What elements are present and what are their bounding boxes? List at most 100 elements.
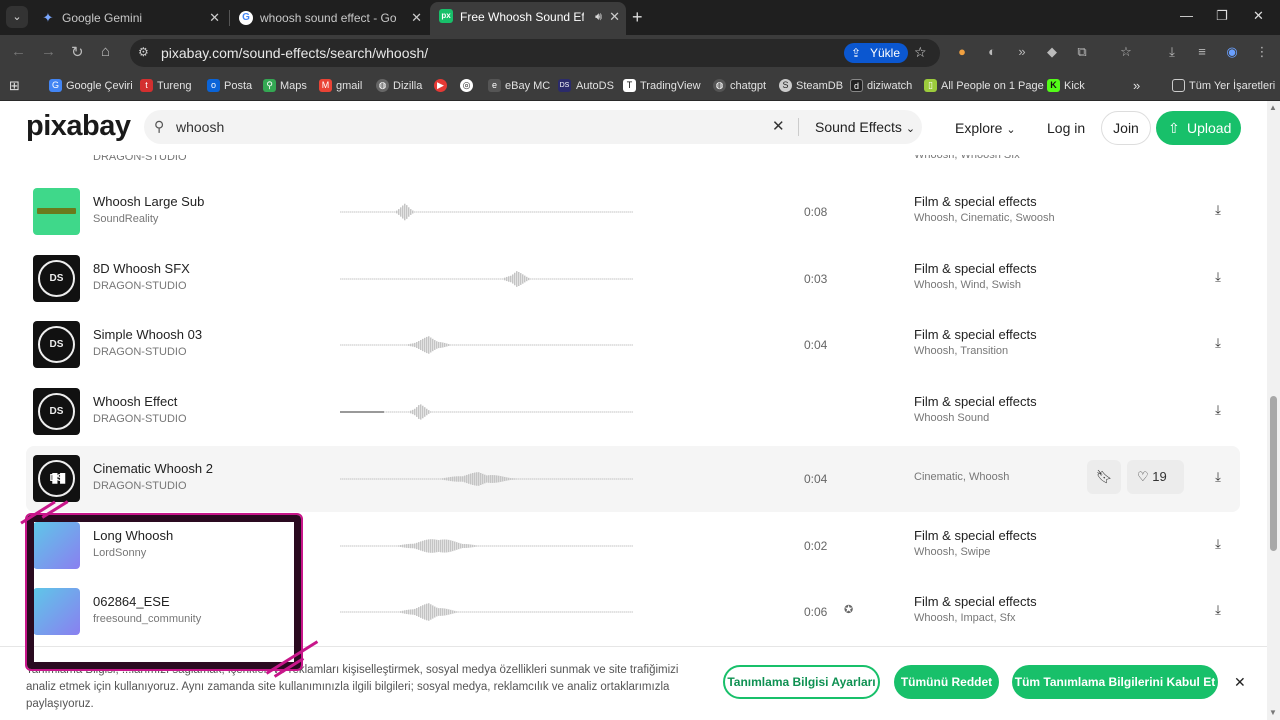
puzzle-icon[interactable]: ⧉ — [1074, 44, 1090, 60]
tab-search-button[interactable]: ⌄ — [6, 6, 28, 28]
bookmark-google-ceviri[interactable]: G Google Çeviri — [49, 71, 133, 101]
extension-icon[interactable]: ◐ — [984, 44, 1000, 60]
scroll-up-icon[interactable]: ▲ — [1269, 103, 1277, 112]
sound-thumbnail[interactable] — [33, 521, 80, 569]
all-bookmarks-folder[interactable]: Tüm Yer İşaretleri — [1172, 71, 1275, 101]
sound-title[interactable]: Simple Whoosh 03 — [93, 327, 202, 342]
sound-category[interactable]: Film & special effects — [914, 394, 1037, 409]
bookmark-tureng[interactable]: t Tureng — [140, 71, 191, 101]
close-icon[interactable]: ✕ — [609, 2, 620, 32]
bookmark-dizilla[interactable]: ◍ Dizilla — [376, 71, 422, 101]
bookmark-steamdb[interactable]: S SteamDB — [779, 71, 843, 101]
maximize-icon[interactable]: ❐ — [1216, 8, 1228, 24]
sound-tags[interactable]: Whoosh, Swipe — [914, 546, 990, 558]
url-text[interactable]: pixabay.com/sound-effects/search/whoosh/ — [161, 39, 428, 67]
apps-icon[interactable]: ⊞ — [9, 71, 20, 101]
waveform[interactable] — [340, 394, 633, 430]
sound-category[interactable]: Film & special effects — [914, 327, 1037, 342]
search-input[interactable] — [176, 110, 736, 144]
forward-icon[interactable]: → — [41, 43, 56, 60]
sound-tags[interactable]: Whoosh, Impact, Sfx — [914, 612, 1015, 624]
sound-category[interactable]: Film & special effects — [914, 261, 1037, 276]
waveform[interactable] — [340, 327, 633, 363]
bookmark-button[interactable]: 🔖︎ — [1087, 459, 1121, 494]
cookie-settings-button[interactable]: Tanımlama Bilgisi Ayarları — [723, 665, 880, 699]
sound-author[interactable]: LordSonny — [93, 547, 146, 559]
sound-tags[interactable]: Whoosh, Transition — [914, 345, 1008, 357]
sound-thumbnail[interactable]: DS — [33, 321, 80, 369]
download-icon[interactable]: ⤓ — [1164, 44, 1180, 60]
list-item[interactable]: Whoosh Large Sub SoundReality 0:08 Film & s… — [26, 179, 1240, 245]
close-icon[interactable]: ✕ — [209, 4, 220, 32]
waveform[interactable] — [340, 194, 633, 230]
close-icon[interactable]: ✕ — [411, 4, 422, 32]
media-icon[interactable]: ≡ — [1194, 44, 1210, 60]
sound-category[interactable]: Film & special effects — [914, 194, 1037, 209]
tab-pixabay[interactable]: px Free Whoosh Sound Effects 🔊︎ ✕ — [430, 2, 626, 35]
pixabay-logo[interactable]: pixabay — [26, 110, 131, 143]
sound-title[interactable]: 8D Whoosh SFX — [93, 261, 190, 276]
reject-all-button[interactable]: Tümünü Reddet — [894, 665, 999, 699]
download-icon[interactable]: ⤓ — [1209, 536, 1227, 554]
sound-title[interactable]: Whoosh Effect — [93, 394, 177, 409]
download-icon[interactable]: ⤓ — [1209, 335, 1227, 353]
download-icon[interactable]: ⤓ — [1209, 402, 1227, 420]
bookmark-star-icon[interactable]: ☆ — [1118, 44, 1134, 60]
site-info-icon[interactable]: ⚙ — [138, 45, 149, 59]
upload-button[interactable]: ⇧ Upload — [1156, 111, 1241, 145]
waveform[interactable] — [340, 594, 633, 630]
play-icon[interactable]: ▮▮ — [51, 469, 66, 486]
sound-tags[interactable]: Whoosh Sound — [914, 412, 989, 424]
menu-icon[interactable]: ⋮ — [1254, 44, 1270, 60]
sound-author[interactable]: DRAGON-STUDIO — [93, 280, 187, 292]
download-icon[interactable]: ⤓ — [1209, 602, 1227, 620]
download-icon[interactable]: ⤓ — [1209, 469, 1227, 487]
join-button[interactable]: Join — [1101, 111, 1151, 145]
accept-all-button[interactable]: Tüm Tanımlama Bilgilerini Kabul Et — [1012, 665, 1218, 699]
sound-tags[interactable]: Whoosh, Cinematic, Swoosh — [914, 212, 1055, 224]
sound-title[interactable]: 062864_ESE — [93, 594, 170, 609]
scroll-down-icon[interactable]: ▼ — [1269, 708, 1277, 717]
address-bar[interactable]: ⚙ pixabay.com/sound-effects/search/whoos… — [130, 39, 940, 67]
scroll-thumb[interactable] — [1270, 396, 1277, 551]
like-button[interactable]: ♡ 19 — [1127, 459, 1184, 494]
sound-thumbnail[interactable]: DS ▮▮ — [33, 454, 80, 502]
star-icon[interactable]: ☆ — [914, 44, 927, 61]
list-item[interactable]: Long Whoosh LordSonny 0:02 Film & special e… — [26, 513, 1240, 579]
bookmark-maps[interactable]: ⚲ Maps — [263, 71, 307, 101]
list-item[interactable]: DS Simple Whoosh 03 DRAGON-STUDIO 0:04 Film … — [26, 312, 1240, 378]
sound-author[interactable]: SoundReality — [93, 213, 158, 225]
close-icon[interactable]: ✕ — [1234, 674, 1246, 691]
list-item[interactable]: 062864_ESE freesound_community 0:06 Film & … — [26, 579, 1240, 645]
sound-title[interactable]: Whoosh Large Sub — [93, 194, 204, 209]
sound-title[interactable]: Cinematic Whoosh 2 — [93, 461, 213, 476]
sound-thumbnail[interactable]: DS — [33, 254, 80, 302]
sound-thumbnail[interactable] — [33, 188, 80, 235]
bookmark-all-people[interactable]: ▯ All People on 1 Page — [924, 71, 1044, 101]
sound-author[interactable]: DRAGON-STUDIO — [93, 480, 187, 492]
bookmark-diziwatch[interactable]: d diziwatch — [850, 71, 912, 101]
bookmark-kick[interactable]: K Kick — [1047, 71, 1085, 101]
search-icon[interactable]: ⚲ — [154, 118, 164, 135]
reload-icon[interactable]: ↻ — [71, 43, 84, 61]
download-icon[interactable]: ⤓ — [1209, 202, 1227, 220]
sound-thumbnail[interactable]: DS — [33, 388, 80, 436]
waveform[interactable] — [340, 461, 633, 497]
list-item[interactable]: DS ▮▮ Cinematic Whoosh 2 DRAGON-STUDIO 0:04 C… — [26, 445, 1240, 512]
list-item[interactable]: DS 8D Whoosh SFX DRAGON-STUDIO 0:03 Film & s… — [26, 246, 1240, 312]
bookmark-autods[interactable]: DS AutoDS — [558, 71, 614, 101]
window-close-icon[interactable]: ✕ — [1253, 8, 1264, 24]
login-link[interactable]: Log in — [1047, 101, 1085, 155]
list-item[interactable]: DS Whoosh Effect DRAGON-STUDIO Film & speci… — [26, 379, 1240, 445]
sound-tags[interactable]: Whoosh, Wind, Swish — [914, 279, 1021, 291]
sound-author[interactable]: DRAGON-STUDIO — [93, 413, 187, 425]
clear-search-icon[interactable]: ✕ — [772, 117, 785, 135]
bookmark-posta[interactable]: o Posta — [207, 71, 252, 101]
media-type-dropdown[interactable]: Sound Effects ⌄ — [815, 110, 915, 146]
sound-tags[interactable]: Cinematic, Whoosh — [914, 471, 1009, 483]
sound-category[interactable]: Film & special effects — [914, 528, 1037, 543]
extension-icon[interactable]: ◆ — [1044, 44, 1060, 60]
page-scrollbar[interactable]: ▲ ▼ — [1267, 101, 1280, 720]
back-icon[interactable]: ← — [11, 43, 26, 60]
bookmark-chatgpt[interactable]: ◍ chatgpt — [713, 71, 766, 101]
